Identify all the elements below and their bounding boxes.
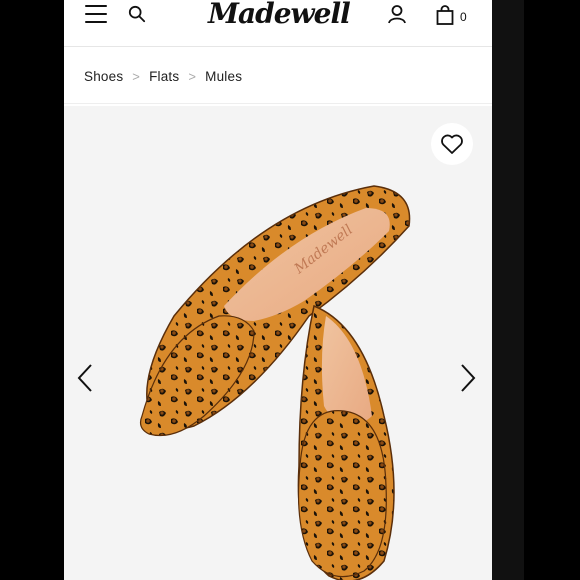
bag-count: 0 [460, 10, 467, 24]
product-image-gallery[interactable]: Madewell [64, 106, 492, 580]
account-icon[interactable] [387, 4, 407, 24]
brand-logo[interactable]: Madewell [208, 0, 351, 30]
breadcrumb-flats[interactable]: Flats [149, 69, 179, 84]
breadcrumb: Shoes > Flats > Mules [64, 50, 492, 104]
wishlist-button[interactable] [431, 123, 473, 165]
chevron-right-icon: > [188, 69, 197, 84]
chevron-right-icon: > [132, 69, 141, 84]
phone-screen: Madewell 0 Shoes > Flats > Mules Madewel… [64, 0, 492, 580]
breadcrumb-mules[interactable]: Mules [205, 69, 242, 84]
search-icon[interactable] [128, 5, 146, 23]
right-edge [492, 0, 524, 580]
site-header: Madewell 0 [64, 0, 492, 47]
heart-icon [441, 134, 463, 154]
chevron-left-icon[interactable] [76, 363, 94, 393]
chevron-right-icon[interactable] [459, 363, 477, 393]
product-image: Madewell [139, 185, 411, 580]
breadcrumb-shoes[interactable]: Shoes [84, 69, 123, 84]
menu-icon[interactable] [85, 5, 107, 23]
bag-icon[interactable] [436, 5, 454, 25]
